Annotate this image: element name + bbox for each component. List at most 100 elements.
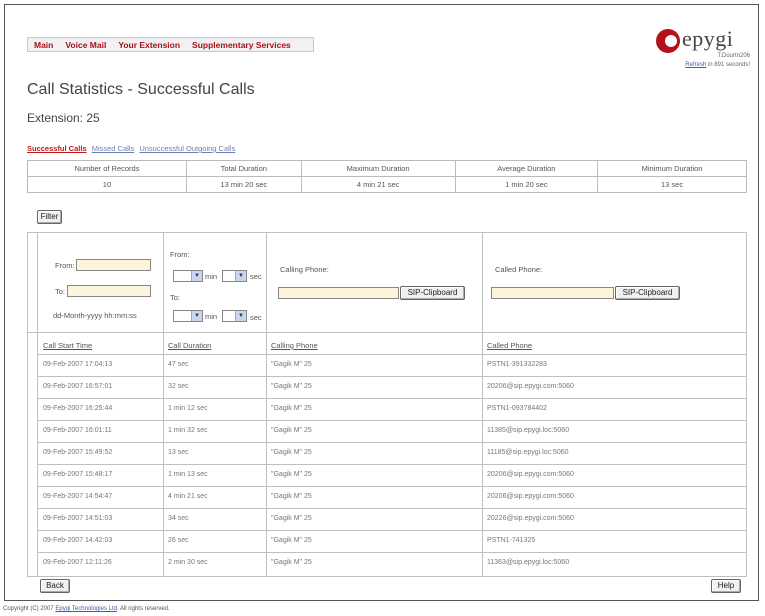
summary-value-row: 10 13 min 20 sec 4 min 21 sec 1 min 20 s… <box>27 176 747 193</box>
summary-value: 10 <box>27 176 187 193</box>
summary-header: Maximum Duration <box>300 160 456 177</box>
summary-value: 13 min 20 sec <box>185 176 302 193</box>
date-to-input[interactable] <box>67 285 151 297</box>
summary-header: Minimum Duration <box>597 160 747 177</box>
grid-line <box>37 552 747 553</box>
grid-line <box>27 332 747 333</box>
grid-line <box>746 232 747 577</box>
epygi-logo: epygi T.Dourtn206 Refresh in 891 seconds… <box>656 26 756 77</box>
summary-table: Number of Records Total Duration Maximum… <box>27 160 747 193</box>
logo-wordmark: epygi <box>682 26 734 51</box>
summary-header: Average Duration <box>454 160 599 177</box>
page-title: Call Statistics - Successful Calls <box>27 81 255 98</box>
refresh-link[interactable]: Refresh <box>685 62 706 68</box>
tab-missed-calls[interactable]: Missed Calls <box>92 144 135 153</box>
called-phone-cell: 20206@sip.epygi.com:5060 <box>487 383 574 390</box>
chevron-down-icon: ▼ <box>191 311 202 321</box>
sec-unit: sec <box>250 313 262 322</box>
call-duration-cell: 1 min 13 sec <box>168 471 208 478</box>
call-start-time-cell: 09-Feb-2007 14:42:03 <box>43 537 113 544</box>
grid-line <box>266 232 267 577</box>
copyright-link[interactable]: Epygi Technologies Ltd <box>55 606 117 612</box>
column-header-call-duration[interactable]: Call Duration <box>168 341 211 350</box>
call-duration-cell: 26 sec <box>168 537 189 544</box>
call-duration-cell: 32 sec <box>168 383 189 390</box>
called-phone-cell: 11385@sip.epygi.loc:5060 <box>487 427 570 434</box>
call-start-time-cell: 09-Feb-2007 16:57:01 <box>43 383 113 390</box>
grid-line <box>37 232 38 577</box>
nav-supplementary-services[interactable]: Supplementary Services <box>192 40 291 50</box>
help-button[interactable]: Help <box>711 579 741 593</box>
call-duration-cell: 2 min 30 sec <box>168 559 208 566</box>
refresh-notice: Refresh in 891 seconds! <box>685 62 750 68</box>
copyright-notice: Copyright (C) 2007 Epygi Technologies Lt… <box>3 606 170 612</box>
calling-phone-cell: "Gagik M" 25 <box>271 405 312 412</box>
summary-value: 4 min 21 sec <box>300 176 456 193</box>
nav-your-extension[interactable]: Your Extension <box>118 40 180 50</box>
grid-line <box>37 354 747 355</box>
grid-line <box>482 232 483 577</box>
logo-mark-icon <box>656 29 680 53</box>
duration-to-sec-select[interactable]: ▼ <box>222 310 247 322</box>
call-duration-cell: 1 min 12 sec <box>168 405 208 412</box>
called-phone-cell: PSTN1-391332283 <box>487 361 547 368</box>
nav-main[interactable]: Main <box>34 40 53 50</box>
min-unit: min <box>205 272 218 281</box>
sec-unit: sec <box>250 272 262 281</box>
chevron-down-icon: ▼ <box>191 271 202 281</box>
grid-line <box>37 464 747 465</box>
called-phone-input[interactable] <box>491 287 614 299</box>
called-phone-cell: 20206@sip.epygi.com:5060 <box>487 493 574 500</box>
duration-from-sec-select[interactable]: ▼ <box>222 270 247 282</box>
date-format-hint: dd-Month-yyyy hh:mm:ss <box>53 311 137 320</box>
calling-sip-clipboard-button[interactable]: SIP-Clipboard <box>400 286 465 300</box>
column-header-call-start-time[interactable]: Call Start Time <box>43 341 92 350</box>
filter-button[interactable]: Filter <box>37 210 62 224</box>
calling-phone-label: Calling Phone: <box>280 265 329 274</box>
grid-line <box>37 508 747 509</box>
date-from-input[interactable] <box>76 259 151 271</box>
duration-from-min-select[interactable]: ▼ <box>173 270 203 282</box>
called-phone-label: Called Phone: <box>495 265 543 274</box>
summary-value: 1 min 20 sec <box>454 176 599 193</box>
call-duration-cell: 13 sec <box>168 449 189 456</box>
grid-line <box>37 376 747 377</box>
call-start-time-cell: 09-Feb-2007 15:48:17 <box>43 471 113 478</box>
call-records-grid: From: To: dd-Month-yyyy hh:mm:ss From: ▼… <box>27 232 747 577</box>
calling-phone-cell: "Gagik M" 25 <box>271 493 312 500</box>
duration-to-label: To: <box>170 293 181 302</box>
call-start-time-cell: 09-Feb-2007 12:11:26 <box>43 559 112 566</box>
column-header-called-phone[interactable]: Called Phone <box>487 341 532 350</box>
summary-header-row: Number of Records Total Duration Maximum… <box>27 160 747 177</box>
grid-line <box>163 232 164 577</box>
tab-unsuccessful-outgoing-calls[interactable]: Unsuccessful Outgoing Calls <box>139 144 235 153</box>
summary-value: 13 sec <box>597 176 747 193</box>
duration-to-min-select[interactable]: ▼ <box>173 310 203 322</box>
back-button[interactable]: Back <box>40 579 70 593</box>
grid-line <box>27 576 747 577</box>
extension-label: Extension: 25 <box>27 111 100 125</box>
grid-line <box>37 398 747 399</box>
calling-phone-cell: "Gagik M" 25 <box>271 361 312 368</box>
stats-tabs: Successful Calls Missed Calls Unsuccessf… <box>27 144 238 153</box>
duration-from-label: From: <box>170 250 190 259</box>
grid-line <box>27 232 28 577</box>
calling-phone-input[interactable] <box>278 287 399 299</box>
grid-line <box>37 420 747 421</box>
calling-phone-cell: "Gagik M" 25 <box>271 537 312 544</box>
call-duration-cell: 1 min 32 sec <box>168 427 208 434</box>
called-sip-clipboard-button[interactable]: SIP-Clipboard <box>615 286 680 300</box>
tab-successful-calls[interactable]: Successful Calls <box>27 144 87 153</box>
called-phone-cell: 20226@sip.epygi.com:5060 <box>487 515 574 522</box>
column-header-calling-phone[interactable]: Calling Phone <box>271 341 318 350</box>
summary-header: Number of Records <box>27 160 187 177</box>
call-start-time-cell: 09-Feb-2007 14:54:47 <box>43 493 113 500</box>
calling-phone-cell: "Gagik M" 25 <box>271 383 312 390</box>
called-phone-cell: PSTN1-741325 <box>487 537 536 544</box>
call-start-time-cell: 09-Feb-2007 16:01:11 <box>43 427 112 434</box>
nav-voice-mail[interactable]: Voice Mail <box>65 40 106 50</box>
calling-phone-cell: "Gagik M" 25 <box>271 449 312 456</box>
calling-phone-cell: "Gagik M" 25 <box>271 471 312 478</box>
call-start-time-cell: 09-Feb-2007 17:04:13 <box>43 361 113 368</box>
grid-line <box>37 530 747 531</box>
